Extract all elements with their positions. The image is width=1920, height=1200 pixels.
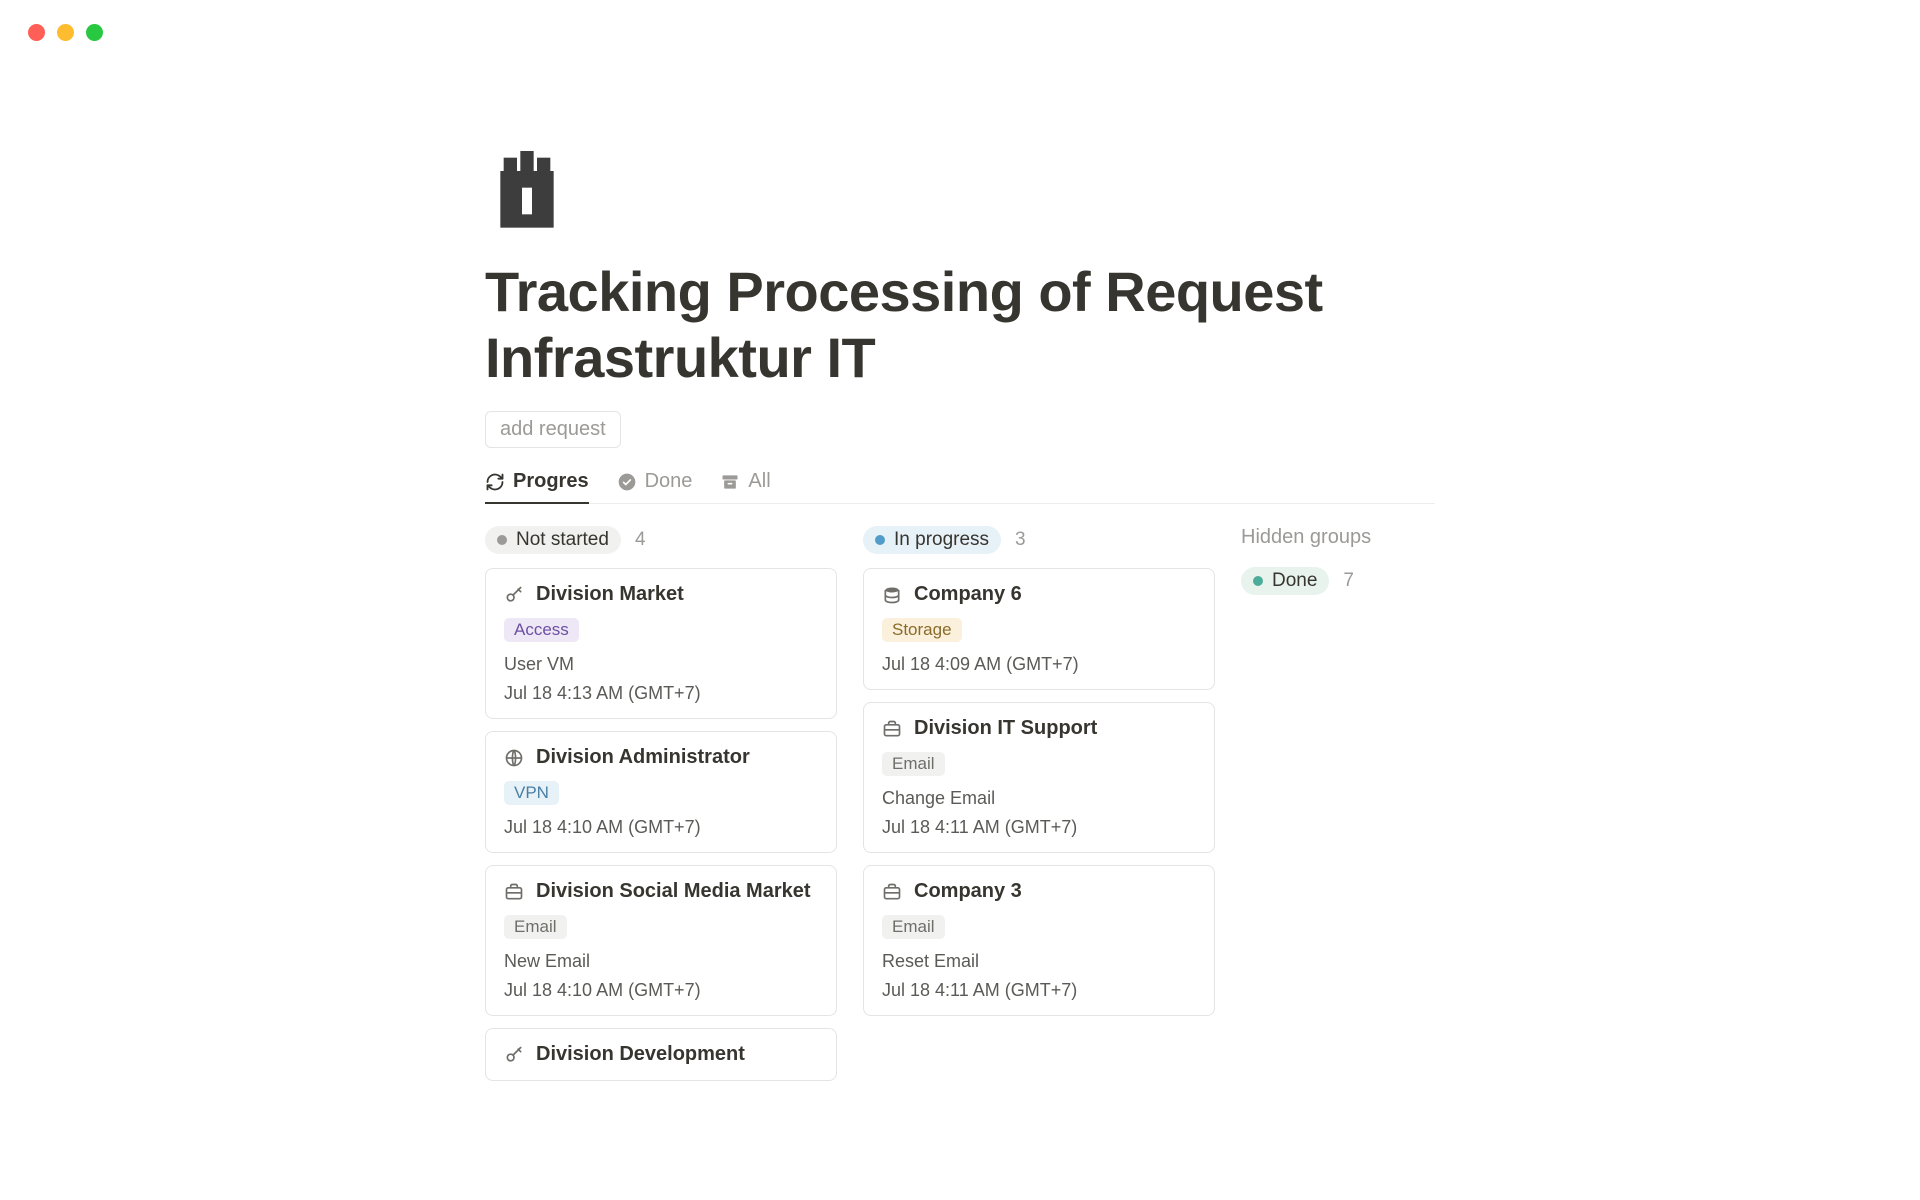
- hidden-groups-column: Hidden groups Done 7: [1241, 526, 1435, 1093]
- card-timestamp: Jul 18 4:10 AM (GMT+7): [504, 817, 818, 838]
- status-dot-icon: [1253, 576, 1263, 586]
- card-title: Division Administrator: [536, 746, 750, 769]
- request-card[interactable]: Division IT Support Email Change Email J…: [863, 702, 1215, 853]
- view-tabs: Progres Done All: [485, 470, 1435, 504]
- status-pill-done: Done: [1241, 567, 1329, 595]
- tab-label: All: [748, 470, 770, 493]
- card-description: Reset Email: [882, 951, 1196, 972]
- request-card[interactable]: Division Administrator VPN Jul 18 4:10 A…: [485, 731, 837, 853]
- card-timestamp: Jul 18 4:10 AM (GMT+7): [504, 980, 818, 1001]
- card-title: Division IT Support: [914, 717, 1097, 740]
- card-description: Change Email: [882, 788, 1196, 809]
- tab-label: Progres: [513, 470, 589, 493]
- hidden-group-done[interactable]: Done 7: [1241, 567, 1435, 595]
- window-traffic-lights: [0, 0, 1920, 41]
- card-timestamp: Jul 18 4:11 AM (GMT+7): [882, 817, 1196, 838]
- column-header[interactable]: Not started 4: [485, 526, 837, 554]
- card-tag: Storage: [882, 618, 962, 642]
- request-card[interactable]: Division Market Access User VM Jul 18 4:…: [485, 568, 837, 719]
- page-icon[interactable]: [487, 151, 567, 231]
- card-timestamp: Jul 18 4:09 AM (GMT+7): [882, 654, 1196, 675]
- tab-all[interactable]: All: [720, 470, 770, 503]
- tab-done[interactable]: Done: [617, 470, 693, 503]
- archive-icon: [720, 472, 740, 492]
- card-tag: Email: [882, 752, 945, 776]
- card-timestamp: Jul 18 4:11 AM (GMT+7): [882, 980, 1196, 1001]
- hidden-groups-header: Hidden groups: [1241, 526, 1435, 549]
- request-card[interactable]: Company 3 Email Reset Email Jul 18 4:11 …: [863, 865, 1215, 1016]
- card-title: Company 3: [914, 880, 1022, 903]
- hidden-group-count: 7: [1343, 570, 1354, 592]
- status-pill-not-started: Not started: [485, 526, 621, 554]
- card-timestamp: Jul 18 4:13 AM (GMT+7): [504, 683, 818, 704]
- column-not-started: Not started 4 Division Market Access Use…: [485, 526, 837, 1093]
- request-card[interactable]: Company 6 Storage Jul 18 4:09 AM (GMT+7): [863, 568, 1215, 690]
- card-tag: Email: [882, 915, 945, 939]
- close-window-icon[interactable]: [28, 24, 45, 41]
- refresh-icon: [485, 472, 505, 492]
- page-title[interactable]: Tracking Processing of Request Infrastru…: [485, 259, 1435, 391]
- card-tag: Access: [504, 618, 579, 642]
- fullscreen-window-icon[interactable]: [86, 24, 103, 41]
- add-request-button[interactable]: add request: [485, 411, 621, 448]
- status-label: Not started: [516, 529, 609, 551]
- status-label: In progress: [894, 529, 989, 551]
- status-label: Done: [1272, 570, 1317, 592]
- card-title: Division Market: [536, 583, 684, 606]
- briefcase-icon: [504, 882, 524, 902]
- card-description: New Email: [504, 951, 818, 972]
- key-icon: [504, 1045, 524, 1065]
- globe-icon: [504, 748, 524, 768]
- column-count: 3: [1015, 529, 1026, 551]
- minimize-window-icon[interactable]: [57, 24, 74, 41]
- card-description: User VM: [504, 654, 818, 675]
- card-title: Company 6: [914, 583, 1022, 606]
- card-tag: VPN: [504, 781, 559, 805]
- key-icon: [504, 585, 524, 605]
- column-header[interactable]: In progress 3: [863, 526, 1215, 554]
- card-title: Division Social Media Market: [536, 880, 811, 903]
- tab-label: Done: [645, 470, 693, 493]
- column-count: 4: [635, 529, 646, 551]
- status-dot-icon: [875, 535, 885, 545]
- check-circle-icon: [617, 472, 637, 492]
- card-title: Division Development: [536, 1043, 745, 1066]
- briefcase-icon: [882, 882, 902, 902]
- kanban-board: Not started 4 Division Market Access Use…: [485, 504, 1435, 1093]
- column-in-progress: In progress 3 Company 6 Storage Jul 18 4…: [863, 526, 1215, 1093]
- status-pill-in-progress: In progress: [863, 526, 1001, 554]
- storage-icon: [882, 585, 902, 605]
- request-card[interactable]: Division Social Media Market Email New E…: [485, 865, 837, 1016]
- card-tag: Email: [504, 915, 567, 939]
- request-card[interactable]: Division Development: [485, 1028, 837, 1081]
- briefcase-icon: [882, 719, 902, 739]
- status-dot-icon: [497, 535, 507, 545]
- tab-progres[interactable]: Progres: [485, 470, 589, 503]
